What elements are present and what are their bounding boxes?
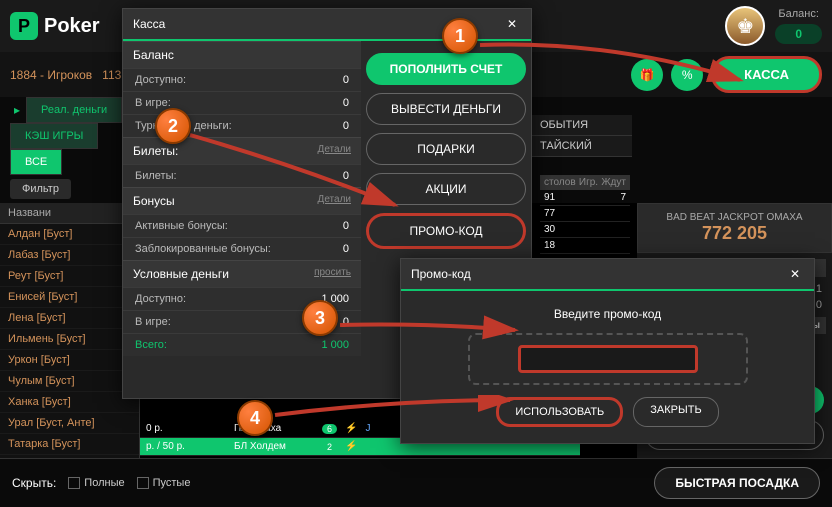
promo-code-button[interactable]: ПРОМО-КОД (366, 213, 526, 249)
table-row[interactable]: 77 (540, 206, 630, 222)
table-row[interactable]: 917 (540, 190, 630, 206)
promo-modal: Промо-код ✕ Введите промо-код ИСПОЛЬЗОВА… (400, 258, 815, 444)
game-item[interactable]: Чулым [Буст] (0, 371, 139, 392)
game-item[interactable]: Ильмень [Буст] (0, 329, 139, 350)
use-button[interactable]: ИСПОЛЬЗОВАТЬ (496, 397, 623, 427)
annotation-4: 4 (237, 400, 273, 436)
logo-icon: P (10, 12, 38, 40)
promo-title: Промо-код (411, 267, 471, 281)
bonus-section: Бонусы (133, 194, 175, 208)
annotation-1: 1 (442, 18, 478, 54)
table-row[interactable]: 18 (540, 238, 630, 254)
tab-cash-games[interactable]: КЭШ ИГРЫ (10, 123, 98, 149)
events-panel: ОБЫТИЯ ТАЙСКИЙ (532, 115, 632, 157)
hide-label: Скрыть: (12, 476, 56, 490)
game-item[interactable]: Реут [Буст] (0, 266, 139, 287)
game-item[interactable]: Урал [Буст, Анте] (0, 413, 139, 434)
players-val: 1 (816, 283, 822, 295)
gift-icon[interactable]: 🎁 (631, 59, 663, 91)
game-item[interactable]: Алдан [Буст] (0, 224, 139, 245)
tab-all[interactable]: ВСЕ (10, 149, 62, 175)
game-item[interactable]: Ханка [Буст] (0, 392, 139, 413)
filter-button[interactable]: Фильтр (10, 179, 71, 199)
game-item[interactable]: Татарка [Буст] (0, 434, 139, 455)
close-icon[interactable]: ✕ (786, 265, 804, 283)
close-button[interactable]: ЗАКРЫТЬ (633, 397, 718, 427)
promo-input[interactable] (518, 345, 698, 373)
playmoney-section: Условные деньги (133, 267, 229, 281)
ticket-frame (468, 333, 748, 385)
request-link[interactable]: просить (314, 267, 351, 281)
details-link[interactable]: Детали (318, 144, 351, 158)
promo-prompt: Введите промо-код (554, 307, 661, 321)
players-count: 1884 - Игроков (10, 68, 92, 82)
logo-text: Poker (44, 15, 100, 38)
table-row[interactable]: 30 (540, 222, 630, 238)
kassa-button[interactable]: КАССА (711, 56, 822, 93)
tickets-section: Билеты: (133, 144, 178, 158)
tables-panel: столовИгр.Ждут 917773018 (540, 175, 630, 254)
game-item[interactable]: Уркон [Буст] (0, 350, 139, 371)
jackpot-value: 772 205 (646, 223, 823, 244)
game-item[interactable]: Лабаз [Буст] (0, 245, 139, 266)
modal-title: Касса (133, 17, 165, 31)
balance-label: Баланс: (778, 8, 819, 20)
tab-real-money[interactable]: Реал. деньги (26, 97, 122, 123)
game-item[interactable]: Енисей [Буст] (0, 287, 139, 308)
withdraw-button[interactable]: ВЫВЕСТИ ДЕНЬГИ (366, 93, 526, 125)
annotation-2: 2 (155, 108, 191, 144)
deposit-button[interactable]: ПОПОЛНИТЬ СЧЕТ (366, 53, 526, 85)
entries-val: 0 (816, 299, 822, 311)
quick-seat-button[interactable]: БЫСТРАЯ ПОСАДКА (654, 467, 820, 499)
balance-value: 0 (775, 24, 822, 44)
balance-section: Баланс (133, 48, 174, 62)
actions-button[interactable]: АКЦИИ (366, 173, 526, 205)
details-link-2[interactable]: Детали (318, 194, 351, 208)
jackpot-panel: BAD BEAT JACKPOT ОМАХА 772 205 (637, 203, 832, 253)
avatar[interactable]: ♚ (725, 6, 765, 46)
column-header-name[interactable]: Названи (0, 203, 139, 224)
percent-icon[interactable]: % (671, 59, 703, 91)
logo: P Poker (10, 12, 100, 40)
gifts-button[interactable]: ПОДАРКИ (366, 133, 526, 165)
jackpot-label: BAD BEAT JACKPOT ОМАХА (646, 212, 823, 223)
checkbox-empty[interactable]: Пустые (137, 477, 191, 489)
games-list: Названи Алдан [Буст]Лабаз [Буст]Реут [Бу… (0, 203, 140, 458)
close-icon[interactable]: ✕ (503, 15, 521, 33)
game-item[interactable]: Лена [Буст] (0, 308, 139, 329)
checkbox-full[interactable]: Полные (68, 477, 124, 489)
annotation-3: 3 (302, 300, 338, 336)
